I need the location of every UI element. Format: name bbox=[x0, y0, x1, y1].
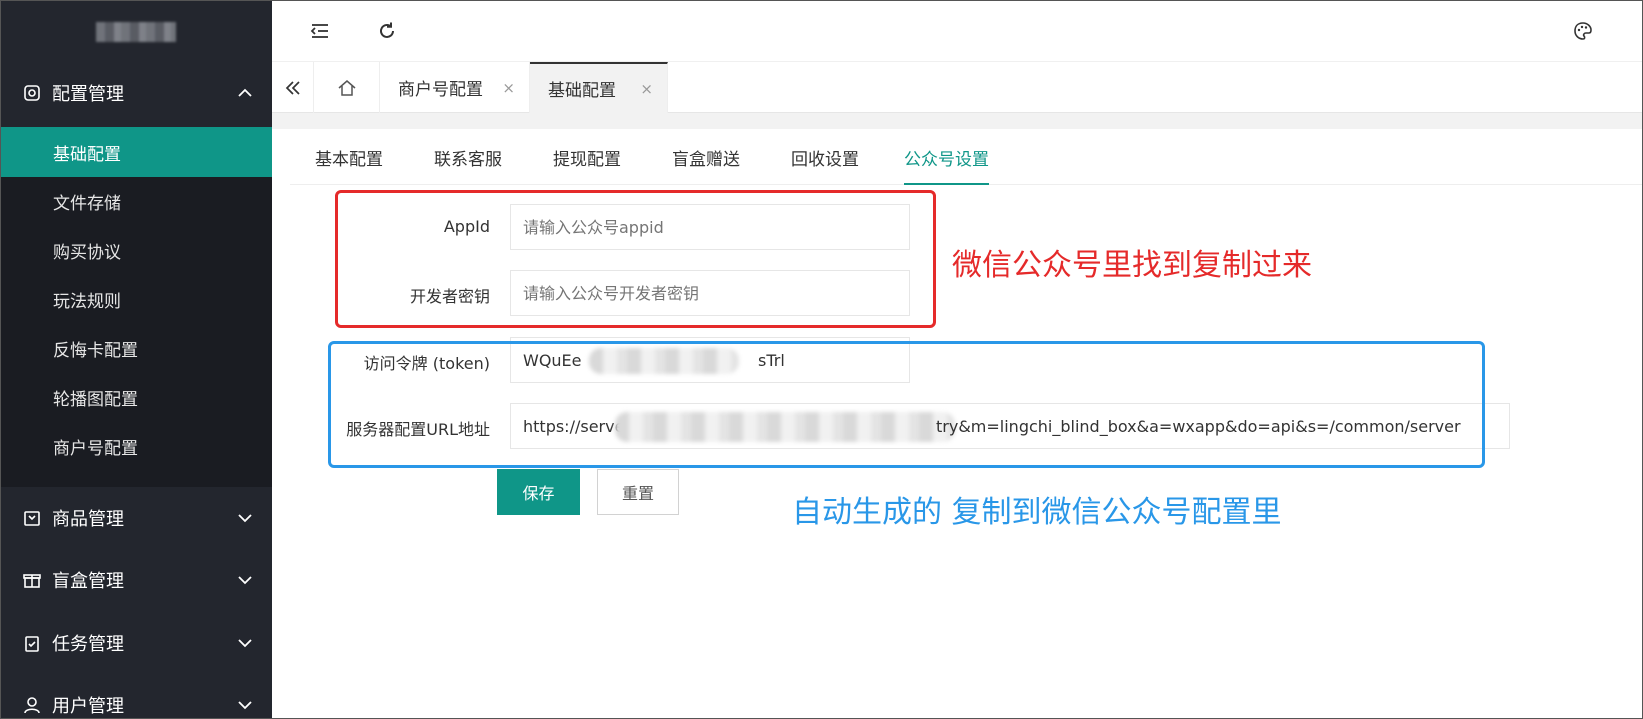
subtab-withdraw[interactable]: 提现配置 bbox=[553, 145, 621, 185]
sidebar-item-label: 玩法规则 bbox=[53, 291, 121, 312]
sidebar-item-regret-card[interactable]: 反悔卡配置 bbox=[0, 323, 272, 373]
sidebar-group-tasks[interactable]: 任务管理 bbox=[0, 612, 272, 674]
subtab-official-account[interactable]: 公众号设置 bbox=[904, 145, 989, 185]
sidebar-group-users[interactable]: 用户管理 bbox=[0, 674, 272, 719]
sidebar: 配置管理 基础配置 文件存储 购买协议 玩法规则 反悔卡配置 轮播图配置 商户号… bbox=[0, 0, 272, 719]
sidebar-item-label: 购买协议 bbox=[53, 242, 121, 263]
brand-logo bbox=[96, 22, 176, 42]
sidebar-item-label: 商户号配置 bbox=[53, 438, 138, 459]
annotation-red-box bbox=[335, 190, 936, 328]
sidebar-item-merchant[interactable]: 商户号配置 bbox=[0, 421, 272, 471]
sidebar-group-label: 配置管理 bbox=[52, 84, 124, 105]
sidebar-group-config[interactable]: 配置管理 bbox=[0, 62, 272, 124]
sidebar-group-blindbox[interactable]: 盲盒管理 bbox=[0, 549, 272, 611]
subtab-customer-service[interactable]: 联系客服 bbox=[434, 145, 502, 185]
tab-label: 基础配置 bbox=[548, 81, 616, 101]
sidebar-item-label: 轮播图配置 bbox=[53, 389, 138, 410]
save-button[interactable]: 保存 bbox=[497, 469, 580, 515]
close-icon[interactable]: × bbox=[640, 80, 653, 98]
config-subtabs: 基本配置 联系客服 提现配置 盲盒赠送 回收设置 公众号设置 bbox=[290, 129, 1643, 185]
sidebar-item-file-storage[interactable]: 文件存储 bbox=[0, 176, 272, 226]
chevron-down-icon bbox=[238, 514, 252, 523]
sidebar-group-label: 用户管理 bbox=[52, 696, 124, 717]
sidebar-group-label: 任务管理 bbox=[52, 634, 124, 655]
annotation-blue-text: 自动生成的 复制到微信公众号配置里 bbox=[792, 495, 1282, 530]
sidebar-group-label: 商品管理 bbox=[52, 509, 124, 530]
home-icon bbox=[338, 79, 355, 96]
refresh-icon[interactable] bbox=[376, 20, 398, 42]
chevron-down-icon bbox=[238, 639, 252, 648]
tab-basic-config[interactable]: 基础配置 × bbox=[530, 62, 668, 113]
sidebar-item-label: 基础配置 bbox=[53, 144, 121, 165]
clipboard-check-icon bbox=[25, 636, 39, 652]
sidebar-item-carousel[interactable]: 轮播图配置 bbox=[0, 372, 272, 422]
annotation-blue-box bbox=[328, 341, 1485, 468]
double-chevron-left-icon bbox=[285, 80, 300, 95]
sidebar-group-goods[interactable]: 商品管理 bbox=[0, 487, 272, 549]
page-tabs-bar: 商户号配置 × 基础配置 × bbox=[272, 62, 1643, 113]
close-icon[interactable]: × bbox=[502, 79, 515, 97]
chevron-down-icon bbox=[238, 701, 252, 710]
gift-icon bbox=[23, 574, 41, 588]
content-gap bbox=[272, 113, 1643, 129]
tab-label: 商户号配置 bbox=[398, 80, 483, 100]
subtab-basic[interactable]: 基本配置 bbox=[315, 145, 383, 185]
chevron-down-icon bbox=[238, 576, 252, 585]
sidebar-item-label: 文件存储 bbox=[53, 193, 121, 214]
subtab-blindbox-gift[interactable]: 盲盒赠送 bbox=[672, 145, 740, 185]
sidebar-item-basic-config[interactable]: 基础配置 bbox=[0, 127, 272, 177]
tab-merchant-config[interactable]: 商户号配置 × bbox=[380, 62, 530, 113]
top-header bbox=[272, 0, 1643, 62]
sidebar-item-play-rules[interactable]: 玩法规则 bbox=[0, 274, 272, 324]
sidebar-group-label: 盲盒管理 bbox=[52, 571, 124, 592]
home-tab[interactable] bbox=[314, 62, 380, 113]
subtab-recycle[interactable]: 回收设置 bbox=[791, 145, 859, 185]
annotation-red-text: 微信公众号里找到复制过来 bbox=[952, 248, 1312, 283]
palette-icon[interactable] bbox=[1572, 20, 1594, 42]
package-icon bbox=[24, 511, 40, 526]
tabs-scroll-left[interactable] bbox=[272, 62, 314, 113]
sidebar-submenu: 基础配置 文件存储 购买协议 玩法规则 反悔卡配置 轮播图配置 商户号配置 bbox=[0, 127, 272, 487]
settings-icon bbox=[24, 85, 40, 101]
menu-fold-icon[interactable] bbox=[309, 20, 331, 42]
sidebar-item-purchase-agreement[interactable]: 购买协议 bbox=[0, 225, 272, 275]
chevron-up-icon bbox=[238, 88, 252, 97]
reset-button[interactable]: 重置 bbox=[597, 469, 679, 515]
sidebar-item-label: 反悔卡配置 bbox=[53, 340, 138, 361]
user-icon bbox=[24, 697, 40, 714]
